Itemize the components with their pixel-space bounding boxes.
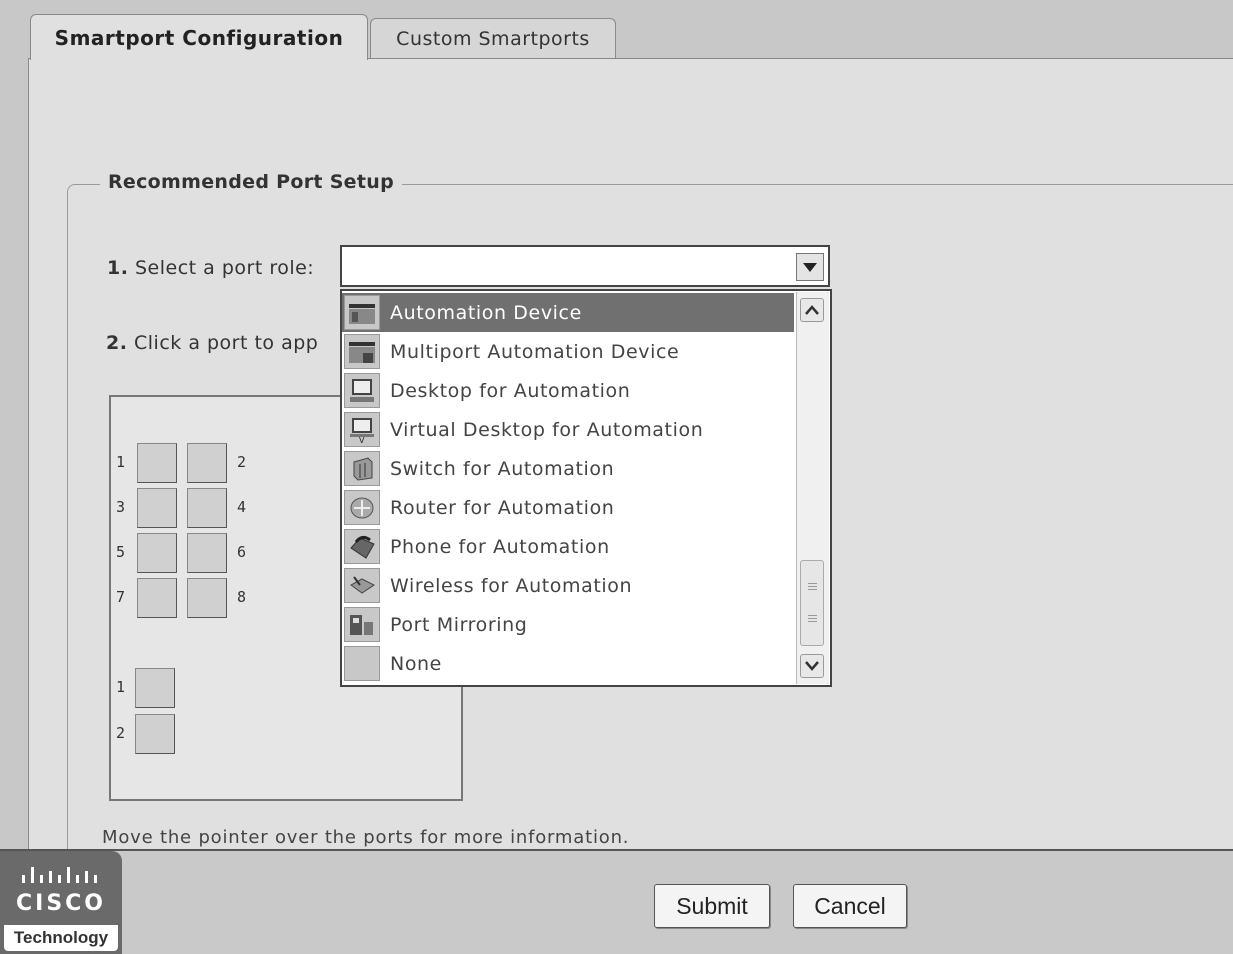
virtual-desktop-icon: V — [344, 412, 380, 447]
port-4[interactable] — [187, 488, 227, 528]
port-role-select[interactable] — [340, 245, 830, 287]
option-router-for-automation[interactable]: Router for Automation — [342, 488, 794, 527]
option-label: Automation Device — [390, 301, 582, 324]
wireless-icon — [344, 568, 380, 603]
cisco-bars-icon — [22, 867, 97, 883]
step-number: 2. — [106, 332, 128, 354]
switch-icon — [344, 451, 380, 486]
option-label: Desktop for Automation — [390, 379, 631, 402]
port-number: 7 — [116, 588, 126, 606]
none-icon — [344, 646, 380, 681]
step-text: Click a port to app — [134, 332, 319, 354]
option-desktop-for-automation[interactable]: Desktop for Automation — [342, 371, 794, 410]
option-none[interactable]: None — [342, 644, 794, 683]
port-number: 6 — [237, 543, 247, 561]
hint-text: Move the pointer over the ports for more… — [102, 827, 630, 848]
port-number: 1 — [116, 453, 126, 471]
option-label: Switch for Automation — [390, 457, 615, 480]
port-mirroring-icon — [344, 607, 380, 642]
footer-bar: CISCO Technology Submit Cancel — [0, 849, 1233, 954]
port-1[interactable] — [137, 443, 177, 483]
scrollbar-thumb[interactable] — [800, 560, 824, 646]
port-number: 1 — [116, 678, 126, 696]
option-phone-for-automation[interactable]: Phone for Automation — [342, 527, 794, 566]
port-7[interactable] — [137, 578, 177, 618]
port-3[interactable] — [137, 488, 177, 528]
main-panel: Recommended Port Setup 1. Select a port … — [28, 58, 1233, 884]
uplink-port-2[interactable] — [135, 714, 175, 754]
tab-custom-smartports[interactable]: Custom Smartports — [370, 18, 616, 58]
tab-label: Smartport Configuration — [54, 25, 344, 50]
chevron-down-icon — [803, 262, 817, 272]
multiport-automation-device-icon — [344, 334, 380, 369]
dropdown-scrollbar[interactable] — [796, 292, 829, 684]
port-role-dropdown-list: Automation Device Multiport Automation D… — [340, 289, 832, 687]
port-6[interactable] — [187, 533, 227, 573]
step-2-label: 2. Click a port to app — [106, 332, 318, 354]
step-1-label: 1. Select a port role: — [107, 257, 314, 279]
scroll-up-button[interactable] — [800, 298, 824, 322]
router-icon — [344, 490, 380, 525]
option-label: Virtual Desktop for Automation — [390, 418, 704, 441]
cisco-logo: CISCO Technology — [0, 851, 122, 954]
port-number: 2 — [116, 724, 126, 742]
option-label: Wireless for Automation — [390, 574, 633, 597]
fieldset-legend: Recommended Port Setup — [100, 171, 402, 193]
option-label: Phone for Automation — [390, 535, 610, 558]
automation-device-icon — [344, 295, 380, 330]
port-number: 4 — [237, 498, 247, 516]
port-number: 8 — [237, 588, 247, 606]
port-2[interactable] — [187, 443, 227, 483]
step-text: Select a port role: — [135, 257, 315, 279]
option-switch-for-automation[interactable]: Switch for Automation — [342, 449, 794, 488]
tab-label: Custom Smartports — [396, 27, 590, 50]
option-wireless-for-automation[interactable]: Wireless for Automation — [342, 566, 794, 605]
option-label: Router for Automation — [390, 496, 615, 519]
option-label: None — [390, 652, 442, 675]
option-virtual-desktop-for-automation[interactable]: V Virtual Desktop for Automation — [342, 410, 794, 449]
logo-wordmark: CISCO — [15, 891, 107, 916]
port-number: 2 — [237, 453, 247, 471]
port-5[interactable] — [137, 533, 177, 573]
option-label: Multiport Automation Device — [390, 340, 680, 363]
option-port-mirroring[interactable]: Port Mirroring — [342, 605, 794, 644]
scroll-down-button[interactable] — [800, 654, 824, 678]
uplink-port-1[interactable] — [135, 668, 175, 708]
logo-tagline: Technology — [4, 925, 118, 951]
chevron-down-icon — [805, 661, 819, 671]
submit-button[interactable]: Submit — [654, 884, 770, 928]
port-number: 3 — [116, 498, 126, 516]
tab-smartport-configuration[interactable]: Smartport Configuration — [30, 14, 368, 60]
chevron-up-icon — [805, 305, 819, 315]
tab-bar: Smartport Configuration Custom Smartport… — [28, 14, 1233, 60]
cancel-button[interactable]: Cancel — [793, 884, 907, 928]
option-label: Port Mirroring — [390, 613, 528, 636]
port-number: 5 — [116, 543, 126, 561]
svg-text:V: V — [359, 436, 365, 443]
dropdown-toggle-button[interactable] — [796, 253, 824, 281]
phone-icon — [344, 529, 380, 564]
option-multiport-automation-device[interactable]: Multiport Automation Device — [342, 332, 794, 371]
port-8[interactable] — [187, 578, 227, 618]
option-automation-device[interactable]: Automation Device — [342, 293, 794, 332]
desktop-icon — [344, 373, 380, 408]
step-number: 1. — [107, 257, 129, 279]
